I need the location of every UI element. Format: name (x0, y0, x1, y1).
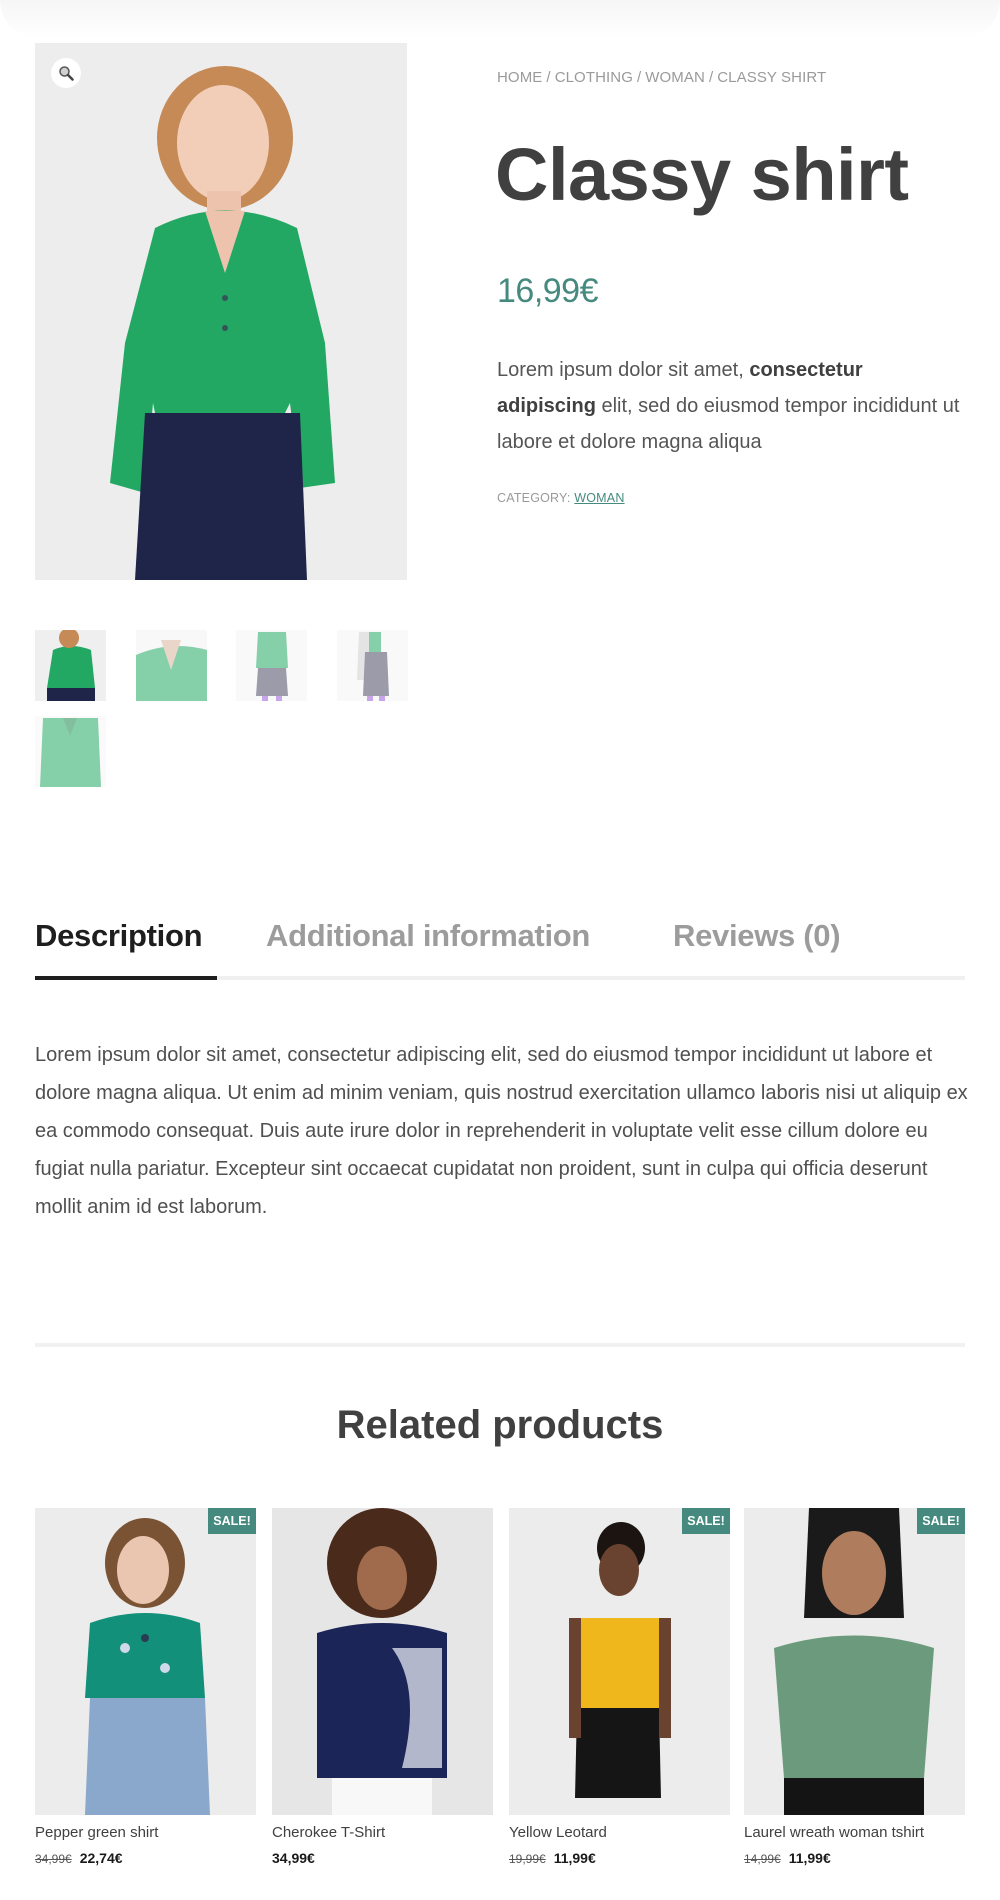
breadcrumb-woman[interactable]: WOMAN (645, 69, 705, 86)
product-title: Classy shirt (495, 133, 909, 216)
active-tab-indicator (35, 976, 217, 980)
category-label: CATEGORY: (497, 491, 571, 505)
current-price: 34,99€ (272, 1850, 315, 1866)
tab-reviews[interactable]: Reviews (0) (673, 918, 841, 954)
breadcrumb-current: CLASSY SHIRT (717, 69, 827, 86)
thumbnail-image (236, 630, 307, 701)
product-name[interactable]: Laurel wreath woman tshirt (744, 1824, 965, 1841)
product-card-image[interactable]: SALE! (35, 1508, 256, 1815)
product-tabs: Description Additional information Revie… (35, 918, 965, 980)
magnifier-icon (59, 66, 74, 81)
product-card[interactable]: SALE! Yellow Leotard 19,99€ 11,99€ (509, 1508, 730, 1866)
gallery-thumbnail[interactable] (35, 716, 106, 787)
breadcrumb: HOME / CLOTHING / WOMAN / CLASSY SHIRT (497, 69, 826, 86)
product-card-image[interactable]: SALE! (744, 1508, 965, 1815)
product-card[interactable]: SALE! Pepper green shirt 34,99€ 22,74€ (35, 1508, 256, 1866)
old-price: 19,99€ (509, 1852, 546, 1866)
tab-additional-information[interactable]: Additional information (266, 918, 590, 954)
product-main-image[interactable] (35, 43, 407, 580)
product-card[interactable]: SALE! Laurel wreath woman tshirt 14,99€ 1… (744, 1508, 965, 1866)
product-price: 16,99€ (497, 272, 599, 310)
product-price: 34,99€ (272, 1850, 493, 1866)
breadcrumb-separator: / (637, 69, 642, 86)
thumbnail-image (136, 630, 207, 701)
breadcrumb-home[interactable]: HOME (497, 69, 542, 86)
sale-badge: SALE! (917, 1508, 965, 1534)
old-price: 34,99€ (35, 1852, 72, 1866)
gallery-thumbnail[interactable] (236, 630, 307, 701)
product-card[interactable]: Cherokee T-Shirt 34,99€ (272, 1508, 493, 1866)
gallery-thumbnail[interactable] (35, 630, 106, 701)
old-price: 14,99€ (744, 1852, 781, 1866)
short-description: Lorem ipsum dolor sit amet, consectetur … (497, 352, 967, 460)
product-card-image[interactable]: SALE! (509, 1508, 730, 1815)
product-price: 34,99€ 22,74€ (35, 1850, 256, 1866)
thumbnail-image (35, 630, 106, 701)
breadcrumb-clothing[interactable]: CLOTHING (555, 69, 633, 86)
tab-description[interactable]: Description (35, 918, 203, 954)
product-photo (35, 1508, 256, 1815)
thumbnail-image (35, 716, 106, 787)
gallery-thumbnail[interactable] (136, 630, 207, 701)
model-green-blouse-illustration (35, 43, 407, 580)
description-panel-text: Lorem ipsum dolor sit amet, consectetur … (35, 1044, 968, 1218)
product-name[interactable]: Cherokee T-Shirt (272, 1824, 493, 1841)
product-category: CATEGORY: WOMAN (497, 491, 625, 505)
section-divider (35, 1343, 965, 1347)
sale-badge: SALE! (208, 1508, 256, 1534)
current-price: 11,99€ (788, 1850, 831, 1866)
product-price: 19,99€ 11,99€ (509, 1850, 730, 1866)
product-name[interactable]: Pepper green shirt (35, 1824, 256, 1841)
related-products-title: Related products (336, 1403, 664, 1447)
header-band (0, 0, 1000, 38)
product-photo (509, 1508, 730, 1815)
category-link[interactable]: WOMAN (574, 491, 624, 505)
breadcrumb-separator: / (708, 69, 714, 86)
product-card-image[interactable] (272, 1508, 493, 1815)
product-photo (744, 1508, 965, 1815)
current-price: 22,74€ (79, 1850, 123, 1866)
short-description-text: Lorem ipsum dolor sit amet, (497, 359, 750, 381)
product-photo (272, 1508, 493, 1815)
current-price: 11,99€ (553, 1850, 596, 1866)
product-price: 14,99€ 11,99€ (744, 1850, 965, 1866)
gallery-thumbnail[interactable] (337, 630, 408, 701)
breadcrumb-separator: / (546, 69, 551, 86)
product-name[interactable]: Yellow Leotard (509, 1824, 730, 1841)
zoom-button[interactable] (51, 58, 81, 88)
thumbnail-image (337, 630, 408, 701)
sale-badge: SALE! (682, 1508, 730, 1534)
